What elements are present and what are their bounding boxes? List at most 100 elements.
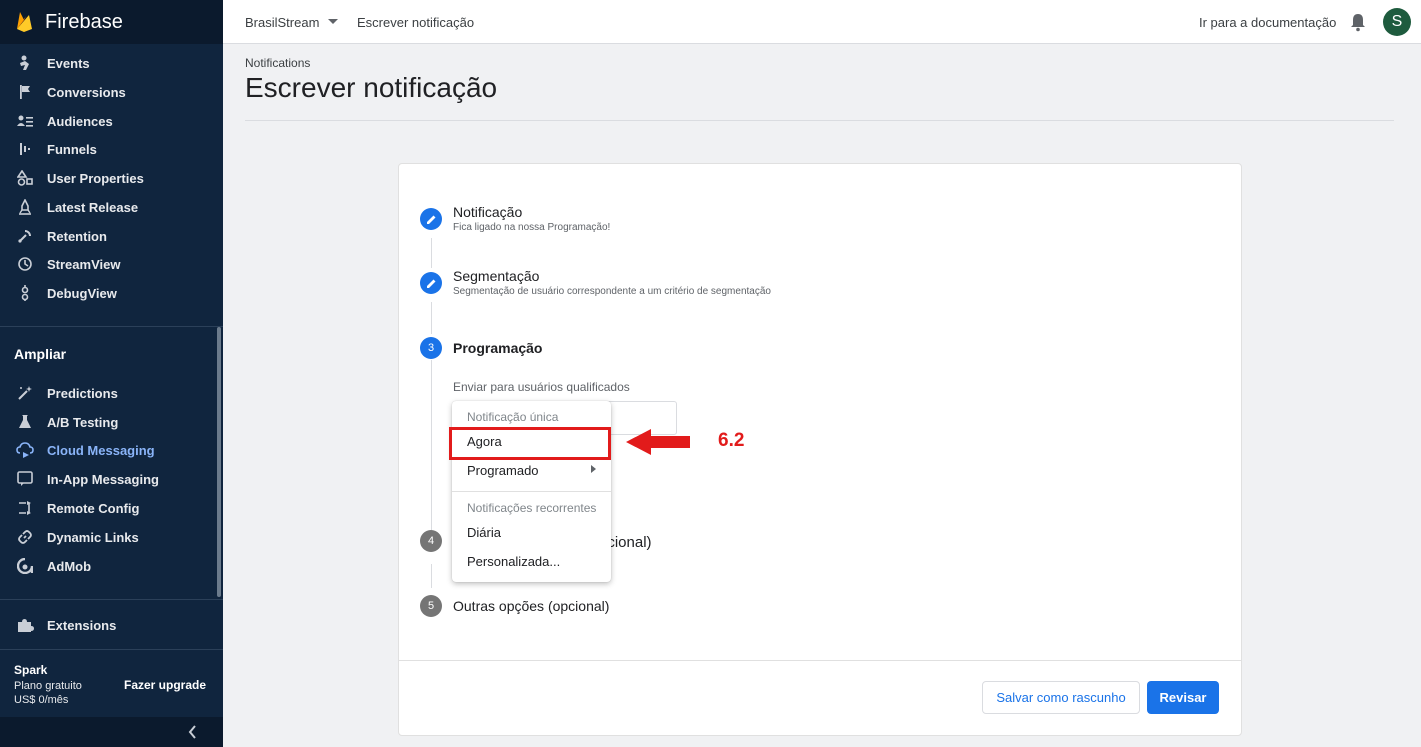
annotation-arrow-icon xyxy=(625,428,691,461)
card-divider xyxy=(399,660,1241,661)
sidebar-footer xyxy=(0,717,223,747)
sidebar-item-label: User Properties xyxy=(47,170,144,186)
sidebar-item-label: AdMob xyxy=(47,558,92,574)
sidebar-item-label: Extensions xyxy=(47,617,117,633)
cloud-messaging-icon xyxy=(15,440,35,460)
flask-icon xyxy=(15,412,35,432)
sidebar-item-label: A/B Testing xyxy=(47,414,119,430)
upgrade-button[interactable]: Fazer upgrade xyxy=(124,678,206,692)
sidebar: Firebase Events Conversions Audiences Fu… xyxy=(0,0,223,747)
edit-icon[interactable] xyxy=(420,272,442,294)
sidebar-item-latest-release[interactable]: Latest Release xyxy=(0,193,216,221)
breadcrumb-current: Escrever notificação xyxy=(357,15,475,30)
sidebar-item-dynamic-links[interactable]: Dynamic Links xyxy=(0,523,216,551)
bell-icon[interactable] xyxy=(1349,12,1367,37)
step-title-notification[interactable]: Notificação xyxy=(453,204,522,220)
page-title: Escrever notificação xyxy=(245,72,498,103)
step-number-3: 3 xyxy=(420,337,442,359)
sidebar-item-predictions[interactable]: Predictions xyxy=(0,379,216,407)
sidebar-divider xyxy=(0,649,223,650)
sidebar-item-ab-testing[interactable]: A/B Testing xyxy=(0,408,216,436)
step-subtitle: Fica ligado na nossa Programação! xyxy=(453,222,611,233)
sidebar-item-cloud-messaging[interactable]: Cloud Messaging xyxy=(0,436,216,464)
sidebar-item-label: Events xyxy=(47,55,90,71)
flag-icon xyxy=(15,82,35,102)
admob-icon xyxy=(15,556,35,576)
step-subtitle: Segmentação de usuário correspondente a … xyxy=(453,286,771,297)
sidebar-scrollbar[interactable] xyxy=(217,327,221,597)
menu-divider xyxy=(452,491,611,492)
debug-icon xyxy=(15,283,35,303)
sidebar-item-label: Conversions xyxy=(47,84,126,100)
sidebar-item-funnels[interactable]: Funnels xyxy=(0,135,216,163)
sidebar-divider xyxy=(0,599,223,600)
sidebar-item-streamview[interactable]: StreamView xyxy=(0,250,216,278)
avatar[interactable]: S xyxy=(1383,8,1411,36)
plan-type: Plano gratuito xyxy=(14,680,82,692)
annotation-label: 6.2 xyxy=(718,430,745,451)
step-connector xyxy=(431,564,432,588)
sidebar-item-remote-config[interactable]: Remote Config xyxy=(0,494,216,522)
project-selector[interactable]: BrasilStream xyxy=(245,15,319,30)
sidebar-section-title: Ampliar xyxy=(14,346,67,362)
step-title-other-options[interactable]: Outras opções (opcional) xyxy=(453,598,609,614)
step-number-4: 4 xyxy=(420,530,442,552)
sidebar-item-admob[interactable]: AdMob xyxy=(0,552,216,580)
sidebar-item-label: In-App Messaging xyxy=(47,471,159,487)
sidebar-item-user-properties[interactable]: User Properties xyxy=(0,164,216,192)
step-number-5: 5 xyxy=(420,595,442,617)
step-connector xyxy=(431,238,432,268)
top-bar: BrasilStream Escrever notificação Ir par… xyxy=(223,0,1421,44)
step-connector xyxy=(431,302,432,334)
save-draft-button[interactable]: Salvar como rascunho xyxy=(982,681,1140,714)
sidebar-item-debugview[interactable]: DebugView xyxy=(0,279,216,307)
step-title-targeting[interactable]: Segmentação xyxy=(453,268,539,284)
puzzle-icon xyxy=(15,615,35,635)
remote-config-icon xyxy=(15,498,35,518)
highlight-box xyxy=(449,427,611,460)
events-icon xyxy=(15,53,35,73)
plan-price: US$ 0/mês xyxy=(14,694,69,706)
header-divider xyxy=(245,120,1394,121)
edit-icon[interactable] xyxy=(420,208,442,230)
step-connector xyxy=(431,360,432,530)
sidebar-item-events[interactable]: Events xyxy=(0,49,216,77)
firebase-brand[interactable]: Firebase xyxy=(45,11,123,34)
plan-name: Spark xyxy=(14,663,48,677)
sidebar-divider xyxy=(0,326,223,327)
chevron-down-icon[interactable] xyxy=(328,19,338,24)
sidebar-item-label: Remote Config xyxy=(47,500,140,516)
review-button[interactable]: Revisar xyxy=(1147,681,1219,714)
link-icon xyxy=(15,527,35,547)
docs-link[interactable]: Ir para a documentação xyxy=(1199,15,1336,30)
sidebar-item-in-app-messaging[interactable]: In-App Messaging xyxy=(0,465,216,493)
sidebar-item-label: Audiences xyxy=(47,113,113,129)
sidebar-item-label: DebugView xyxy=(47,285,117,301)
predictions-icon xyxy=(15,383,35,403)
sidebar-item-retention[interactable]: Retention xyxy=(0,222,216,250)
collapse-chevron-icon[interactable] xyxy=(186,723,200,746)
step-title-scheduling[interactable]: Programação xyxy=(453,340,542,356)
page-breadcrumb[interactable]: Notifications xyxy=(245,56,310,70)
firebase-logo-icon[interactable] xyxy=(14,11,34,38)
sidebar-item-label: Retention xyxy=(47,228,107,244)
sidebar-header: Firebase xyxy=(0,0,223,44)
retention-icon xyxy=(15,226,35,246)
sidebar-item-label: Dynamic Links xyxy=(47,529,139,545)
sidebar-item-label: Cloud Messaging xyxy=(47,442,155,458)
menu-item-daily[interactable]: Diária xyxy=(467,525,501,540)
sidebar-item-extensions[interactable]: Extensions xyxy=(0,611,216,639)
funnels-icon xyxy=(15,139,35,159)
sidebar-item-label: Latest Release xyxy=(47,199,139,215)
menu-header-recurring: Notificações recorrentes xyxy=(467,501,597,515)
chevron-right-icon xyxy=(591,465,596,473)
sidebar-item-label: Predictions xyxy=(47,385,118,401)
sidebar-item-label: StreamView xyxy=(47,256,121,272)
menu-header-once: Notificação única xyxy=(467,410,559,424)
clock-icon xyxy=(15,254,35,274)
sidebar-item-audiences[interactable]: Audiences xyxy=(0,107,216,135)
plan-info: Spark Plano gratuito US$ 0/mês xyxy=(14,663,82,706)
menu-item-scheduled[interactable]: Programado xyxy=(467,463,539,478)
menu-item-custom[interactable]: Personalizada... xyxy=(467,554,560,569)
sidebar-item-conversions[interactable]: Conversions xyxy=(0,78,216,106)
